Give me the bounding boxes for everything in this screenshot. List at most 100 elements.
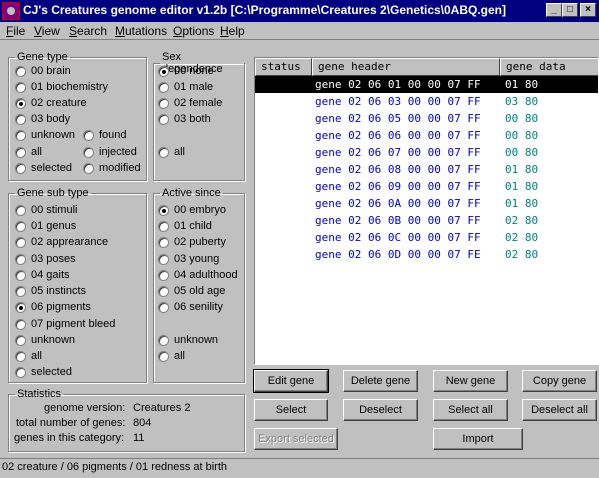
radio-button[interactable] bbox=[158, 236, 169, 248]
radio-button[interactable] bbox=[83, 129, 94, 141]
new-gene-button[interactable]: New gene bbox=[433, 370, 508, 392]
column-header-status[interactable]: status bbox=[255, 58, 312, 76]
table-row[interactable]: gene 02 06 08 00 00 07 FF 01 80 bbox=[255, 161, 598, 178]
subtype-radio-06-pigments[interactable]: 06 pigments bbox=[15, 301, 91, 313]
radio-button[interactable] bbox=[158, 350, 169, 362]
menu-mutations[interactable]: Mutations bbox=[115, 24, 167, 38]
column-header-gene-header[interactable]: gene header bbox=[312, 58, 500, 76]
subtype-radio-05-instincts[interactable]: 05 instincts bbox=[15, 285, 86, 297]
gene-type-radio-00-brain[interactable]: 00 brain bbox=[15, 65, 71, 77]
subtype-radio-01-genus[interactable]: 01 genus bbox=[15, 220, 76, 232]
menu-options[interactable]: Options bbox=[173, 24, 214, 38]
gene-type-radio-injected[interactable]: injected bbox=[83, 146, 137, 158]
active-since-radio-06-senility[interactable]: 06 senility bbox=[158, 301, 223, 313]
maximize-button[interactable]: □ bbox=[562, 3, 578, 17]
table-row[interactable]: gene 02 06 09 00 00 07 FF 01 80 bbox=[255, 178, 598, 195]
subtype-radio-02-apprearance[interactable]: 02 apprearance bbox=[15, 236, 108, 248]
radio-button[interactable] bbox=[15, 301, 26, 313]
sex-radio-00-none[interactable]: 00 none bbox=[158, 65, 214, 77]
sex-radio-03-both[interactable]: 03 both bbox=[158, 113, 211, 125]
radio-button[interactable] bbox=[158, 269, 169, 281]
gene-type-radio-02-creature[interactable]: 02 creature bbox=[15, 97, 87, 109]
subtype-radio-unknown[interactable]: unknown bbox=[15, 334, 75, 346]
radio-button[interactable] bbox=[15, 253, 26, 265]
active-since-radio-unknown[interactable]: unknown bbox=[158, 334, 218, 346]
radio-button[interactable] bbox=[158, 334, 169, 346]
copy-gene-button[interactable]: Copy gene bbox=[522, 370, 597, 392]
column-header-gene-data[interactable]: gene data bbox=[500, 58, 598, 76]
table-row[interactable]: gene 02 06 0A 00 00 07 FF 01 80 bbox=[255, 195, 598, 212]
active-since-radio-02-puberty[interactable]: 02 puberty bbox=[158, 236, 226, 248]
radio-button[interactable] bbox=[15, 65, 26, 77]
active-since-radio-03-young[interactable]: 03 young bbox=[158, 253, 219, 265]
radio-button[interactable] bbox=[83, 146, 94, 158]
gene-type-radio-all[interactable]: all bbox=[15, 146, 42, 158]
radio-button[interactable] bbox=[158, 81, 169, 93]
radio-button[interactable] bbox=[15, 366, 26, 378]
deselect-button[interactable]: Deselect bbox=[343, 399, 418, 421]
radio-button[interactable] bbox=[15, 129, 26, 141]
app-icon[interactable] bbox=[2, 2, 20, 20]
radio-button[interactable] bbox=[15, 285, 26, 297]
radio-button[interactable] bbox=[15, 334, 26, 346]
table-row[interactable]: gene 02 06 01 00 00 07 FF 01 80 bbox=[255, 76, 598, 93]
menu-help[interactable]: Help bbox=[220, 24, 245, 38]
radio-button[interactable] bbox=[158, 220, 169, 232]
radio-button[interactable] bbox=[15, 269, 26, 281]
table-row[interactable]: gene 02 06 0D 00 00 07 FE 02 80 bbox=[255, 246, 598, 263]
radio-button[interactable] bbox=[15, 318, 26, 330]
subtype-radio-00-stimuli[interactable]: 00 stimuli bbox=[15, 204, 77, 216]
edit-gene-button[interactable]: Edit gene bbox=[253, 369, 329, 393]
gene-table[interactable]: status gene header gene data gene 02 06 … bbox=[254, 57, 599, 365]
import-button[interactable]: Import bbox=[433, 428, 523, 450]
menu-view[interactable]: View bbox=[34, 24, 60, 38]
subtype-radio-03-poses[interactable]: 03 poses bbox=[15, 253, 76, 265]
deselect-all-button[interactable]: Deselect all bbox=[522, 399, 597, 421]
radio-button[interactable] bbox=[158, 285, 169, 297]
gene-type-radio-modified[interactable]: modified bbox=[83, 162, 141, 174]
radio-button[interactable] bbox=[158, 253, 169, 265]
gene-type-radio-found[interactable]: found bbox=[83, 129, 127, 141]
gene-type-radio-unknown[interactable]: unknown bbox=[15, 129, 75, 141]
radio-button[interactable] bbox=[15, 236, 26, 248]
sex-radio-all[interactable]: all bbox=[158, 146, 185, 158]
radio-button[interactable] bbox=[158, 97, 169, 109]
close-button[interactable]: × bbox=[580, 3, 596, 17]
menu-search[interactable]: Search bbox=[69, 24, 107, 38]
table-row[interactable]: gene 02 06 03 00 00 07 FF 03 80 bbox=[255, 93, 598, 110]
radio-button[interactable] bbox=[15, 220, 26, 232]
table-row[interactable]: gene 02 06 05 00 00 07 FF 00 80 bbox=[255, 110, 598, 127]
active-since-radio-05-old-age[interactable]: 05 old age bbox=[158, 285, 225, 297]
radio-button[interactable] bbox=[15, 146, 26, 158]
radio-button[interactable] bbox=[158, 204, 169, 216]
sex-radio-01-male[interactable]: 01 male bbox=[158, 81, 213, 93]
menu-file[interactable]: File bbox=[6, 24, 25, 38]
radio-button[interactable] bbox=[83, 162, 94, 174]
subtype-radio-04-gaits[interactable]: 04 gaits bbox=[15, 269, 70, 281]
radio-button[interactable] bbox=[15, 162, 26, 174]
radio-button[interactable] bbox=[15, 350, 26, 362]
export-selected-button[interactable]: Export selected bbox=[254, 428, 338, 450]
table-row[interactable]: gene 02 06 0B 00 00 07 FF 02 80 bbox=[255, 212, 598, 229]
active-since-radio-00-embryo[interactable]: 00 embryo bbox=[158, 204, 226, 216]
radio-button[interactable] bbox=[158, 301, 169, 313]
active-since-radio-all[interactable]: all bbox=[158, 350, 185, 362]
radio-button[interactable] bbox=[158, 146, 169, 158]
gene-type-radio-selected[interactable]: selected bbox=[15, 162, 72, 174]
select-button[interactable]: Select bbox=[254, 399, 328, 421]
delete-gene-button[interactable]: Delete gene bbox=[343, 370, 418, 392]
minimize-button[interactable]: _ bbox=[546, 3, 562, 17]
active-since-radio-04-adulthood[interactable]: 04 adulthood bbox=[158, 269, 238, 281]
table-row[interactable]: gene 02 06 0C 00 00 07 FF 02 80 bbox=[255, 229, 598, 246]
subtype-radio-07-pigment-bleed[interactable]: 07 pigment bleed bbox=[15, 318, 115, 330]
sex-radio-02-female[interactable]: 02 female bbox=[158, 97, 222, 109]
subtype-radio-selected[interactable]: selected bbox=[15, 366, 72, 378]
gene-type-radio-03-body[interactable]: 03 body bbox=[15, 113, 70, 125]
active-since-radio-01-child[interactable]: 01 child bbox=[158, 220, 212, 232]
table-row[interactable]: gene 02 06 07 00 00 07 FF 00 80 bbox=[255, 144, 598, 161]
radio-button[interactable] bbox=[158, 113, 169, 125]
radio-button[interactable] bbox=[15, 204, 26, 216]
table-row[interactable]: gene 02 06 06 00 00 07 FF 00 80 bbox=[255, 127, 598, 144]
radio-button[interactable] bbox=[15, 81, 26, 93]
gene-type-radio-01-biochemistry[interactable]: 01 biochemistry bbox=[15, 81, 108, 93]
